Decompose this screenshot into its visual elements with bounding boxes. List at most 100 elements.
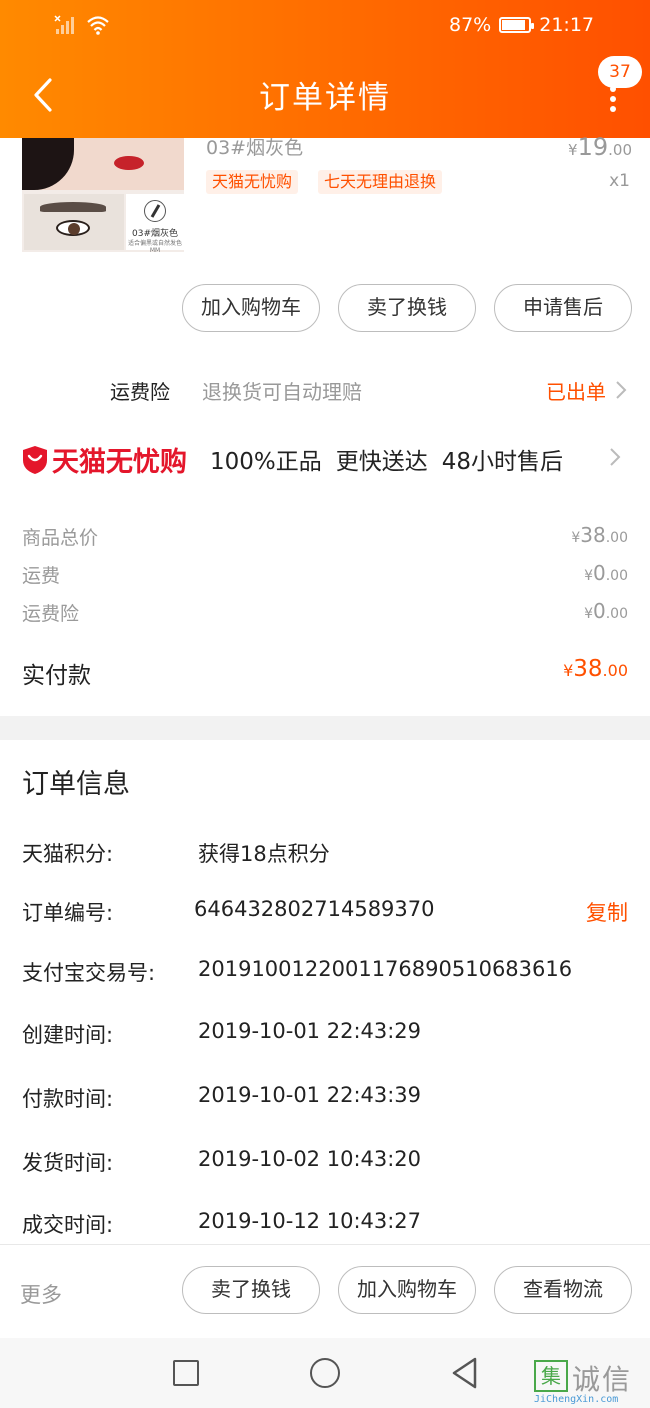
price-integer: 0 (593, 561, 606, 585)
total-value: ¥38.00 (563, 656, 628, 682)
info-label: 发货时间: (22, 1151, 114, 1175)
price-label: 运费险 (22, 603, 80, 625)
tag-seven-day-return: 七天无理由退换 (318, 170, 443, 194)
info-label: 支付宝交易号: (22, 961, 156, 985)
watermark: 集 诚信 JiChengXin.com (534, 1358, 644, 1406)
currency-symbol: ¥ (568, 141, 578, 159)
battery-percent: 87% (449, 14, 492, 36)
watermark-url: JiChengXin.com (534, 1394, 619, 1405)
worry-free-brand-text: 天猫无忧购 (52, 447, 187, 478)
info-label: 创建时间: (22, 1023, 114, 1047)
price-integer: 0 (593, 599, 606, 623)
price-row-shipping: 运费 ¥0.00 (22, 561, 628, 591)
insurance-title: 运费险 (110, 380, 170, 404)
info-value: 获得18点积分 (198, 842, 330, 866)
page-title: 订单详情 (259, 80, 391, 116)
price-decimal: .00 (605, 568, 628, 584)
shield-icon (23, 445, 47, 474)
price-value: ¥0.00 (584, 561, 628, 585)
eyebrow-photo (24, 194, 124, 250)
info-row-points: 天猫积分: 获得18点积分 (22, 838, 628, 870)
tag-worry-free: 天猫无忧购 (206, 170, 299, 194)
add-to-cart-button[interactable]: 加入购物车 (182, 284, 320, 332)
info-value: 646432802714589370 (194, 897, 435, 921)
product-sku: 03#烟灰色 (206, 137, 304, 159)
price-integer: 19 (577, 133, 609, 161)
total-label: 实付款 (22, 663, 91, 689)
order-info-title: 订单信息 (22, 769, 130, 800)
info-value: 2019-10-01 22:43:39 (198, 1083, 422, 1107)
eye-shape (56, 220, 90, 236)
sell-for-cash-button[interactable]: 卖了换钱 (338, 284, 476, 332)
worry-free-row[interactable]: 天猫无忧购 100%正品 更快送达 48小时售后 (0, 436, 650, 484)
clock: 21:17 (539, 14, 594, 36)
more-link[interactable]: 更多 (20, 1279, 62, 1309)
price-row-shipping-insurance: 运费险 ¥0.00 (22, 599, 628, 629)
app-header: 87% 21:17 订单详情 37 (0, 0, 650, 138)
view-logistics-button[interactable]: 查看物流 (494, 1266, 632, 1314)
info-value: 2019-10-01 22:43:29 (198, 1019, 422, 1043)
nav-back-icon[interactable] (450, 1356, 480, 1390)
shipping-insurance-row[interactable]: 运费险 退换货可自动理赔 已出单 (0, 368, 650, 412)
info-label: 付款时间: (22, 1087, 114, 1111)
info-row-shipped: 发货时间: 2019-10-02 10:43:20 (22, 1147, 628, 1179)
info-label: 天猫积分: (22, 842, 114, 866)
info-value: 2019-10-02 10:43:20 (198, 1147, 422, 1171)
price-value: ¥38.00 (571, 523, 628, 547)
battery-icon (499, 17, 535, 33)
price-decimal: .00 (605, 530, 628, 546)
battery-level (502, 20, 525, 30)
watermark-logo: 集 (534, 1360, 568, 1392)
chevron-right-icon (610, 448, 621, 466)
currency-symbol: ¥ (563, 661, 574, 680)
model-lips (114, 156, 144, 170)
info-row-order-number: 订单编号: 646432802714589370 复制 (22, 897, 628, 929)
total-paid-row: 实付款 ¥38.00 (22, 656, 628, 692)
wifi-icon (87, 16, 109, 35)
more-dot (610, 96, 616, 102)
info-row-paid: 付款时间: 2019-10-01 22:43:39 (22, 1083, 628, 1115)
info-label: 成交时间: (22, 1213, 114, 1237)
product-thumbnail[interactable]: 03#烟灰色 适合偏黑或自然发色MM (22, 138, 184, 252)
price-value: ¥0.00 (584, 599, 628, 623)
feature-after-sales: 48小时售后 (441, 449, 564, 475)
price-decimal: .00 (602, 661, 628, 680)
info-value: 2019100122001176890510683616 (198, 957, 573, 981)
product-quantity: x1 (609, 171, 630, 191)
info-value: 2019-10-12 10:43:27 (198, 1209, 422, 1233)
info-row-alipay-txn: 支付宝交易号: 2019100122001176890510683616 (22, 957, 628, 989)
price-decimal: .00 (608, 141, 632, 159)
more-dot (610, 106, 616, 112)
status-bar-right: 87% 21:17 (449, 12, 594, 38)
tmall-worry-free-logo: 天猫无忧购 (22, 440, 187, 479)
currency-symbol: ¥ (571, 530, 581, 546)
info-row-completed: 成交时间: 2019-10-12 10:43:27 (22, 1209, 628, 1241)
recent-apps-icon[interactable] (173, 1360, 199, 1386)
feature-genuine: 100%正品 (210, 449, 322, 475)
message-count-badge[interactable]: 37 (598, 56, 642, 88)
currency-symbol: ¥ (584, 568, 593, 584)
info-label: 订单编号: (22, 901, 114, 925)
add-to-cart-button[interactable]: 加入购物车 (338, 1266, 476, 1314)
bottom-action-bar: 更多 卖了换钱 加入购物车 查看物流 (0, 1244, 650, 1338)
chevron-right-icon (616, 381, 627, 399)
swatch-subcaption: 适合偏黑或自然发色MM (127, 240, 182, 252)
feature-fast-delivery: 更快送达 (335, 449, 428, 475)
no-sim-signal-icon (54, 15, 74, 34)
price-label: 运费 (22, 565, 61, 587)
section-divider (0, 716, 650, 740)
after-sales-button[interactable]: 申请售后 (494, 284, 632, 332)
watermark-text: 诚信 (572, 1363, 633, 1396)
currency-symbol: ¥ (584, 606, 593, 622)
price-decimal: .00 (605, 606, 628, 622)
home-icon[interactable] (310, 1358, 340, 1388)
more-vertical-icon[interactable] (606, 86, 620, 112)
price-row-goods-total: 商品总价 ¥38.00 (22, 523, 628, 553)
insurance-status: 已出单 (546, 380, 606, 404)
sell-for-cash-button[interactable]: 卖了换钱 (182, 1266, 320, 1314)
insurance-desc: 退换货可自动理赔 (202, 380, 362, 404)
eyebrow-shape (40, 202, 106, 212)
worry-free-features: 100%正品 更快送达 48小时售后 (210, 442, 563, 476)
more-dot (610, 86, 616, 92)
copy-order-number-button[interactable]: 复制 (586, 897, 628, 927)
